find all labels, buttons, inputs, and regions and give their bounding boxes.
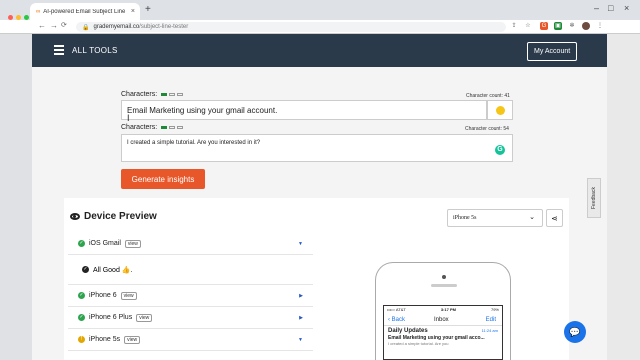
device-select-value: iPhone 5s xyxy=(453,215,477,221)
carrier-text: ••••○ AT&T xyxy=(387,307,406,312)
url-domain: grademyemail.co xyxy=(93,24,140,30)
ios-mail-nav: ‹ Back Inbox Edit xyxy=(384,314,502,326)
generate-insights-button[interactable]: Generate insights xyxy=(121,169,205,189)
battery-level: 79% xyxy=(490,307,499,312)
device-name: iPhone 5s xyxy=(89,336,121,343)
smiley-icon xyxy=(495,105,505,115)
close-window-icon[interactable]: × xyxy=(624,3,629,13)
text-cursor-icon: I xyxy=(127,113,130,123)
phone-speaker xyxy=(431,284,457,287)
all-tools-link[interactable]: ALL TOOLS xyxy=(72,46,118,55)
device-select[interactable]: iPhone 5s ⌄ xyxy=(447,209,543,227)
mail-time: 11:24 am xyxy=(481,328,498,333)
phone-screen: ••••○ AT&T 3:17 PM 79% ‹ Back Inbox Edit… xyxy=(383,305,503,360)
new-tab-button[interactable]: + xyxy=(145,4,151,15)
forward-icon[interactable]: → xyxy=(50,21,58,30)
site-favicon-icon: ∞ xyxy=(36,8,41,15)
subject-characters-label: Characters: xyxy=(121,91,158,98)
phone-camera-icon xyxy=(442,275,446,279)
feedback-tab[interactable]: Feedback xyxy=(587,178,601,218)
grammarly-icon[interactable]: G xyxy=(495,145,505,155)
extension-green-icon[interactable]: ▣ xyxy=(554,22,562,30)
mail-sender: Daily Updates xyxy=(388,328,428,334)
mail-preheader: I created a simple tutorial. Are you xyxy=(388,341,449,346)
check-icon: ✓ xyxy=(78,314,85,321)
device-row-iphone-5s[interactable]: ! iPhone 5s view ▼ xyxy=(68,329,313,351)
mail-preview-item: Daily Updates 11:24 am Email Marketing u… xyxy=(384,326,502,348)
app-header: ALL TOOLS My Account xyxy=(32,34,607,67)
ios-status-bar: ••••○ AT&T 3:17 PM 79% xyxy=(384,306,502,314)
caret-right-icon: ▶ xyxy=(299,293,303,299)
preheader-character-count: Character count: 54 xyxy=(465,126,509,132)
subject-characters-meter: Characters: xyxy=(121,91,184,98)
back-icon[interactable]: ← xyxy=(38,21,46,30)
device-row-ios-gmail[interactable]: ✓ iOS Gmail view ▼ xyxy=(68,233,313,255)
all-good-text: All Good 👍. xyxy=(93,266,133,274)
device-preview-title: Device Preview xyxy=(84,211,157,222)
caret-down-icon: ▼ xyxy=(298,337,303,343)
preheader-textarea[interactable]: I created a simple tutorial. Are you int… xyxy=(121,134,513,162)
device-name: iPhone 6 xyxy=(89,292,117,299)
minimize-icon[interactable]: – xyxy=(594,3,599,13)
url-field[interactable]: 🔒 grademyemail.co/subject-line-tester xyxy=(76,22,506,32)
ios-back-button: ‹ Back xyxy=(388,317,406,323)
chat-icon: 💬 xyxy=(569,326,581,337)
browser-menu-icon[interactable]: ⋮ xyxy=(596,22,604,30)
browser-tabbar: ∞ AI-powered Email Subject Line × + – □ … xyxy=(0,0,640,20)
chat-button[interactable]: 💬 xyxy=(564,321,586,343)
maximize-icon[interactable]: □ xyxy=(608,3,613,13)
share-page-icon[interactable]: ⇪ xyxy=(510,22,518,30)
device-preview-heading: Device Preview xyxy=(70,211,157,222)
ios-inbox-title: Inbox xyxy=(434,317,449,323)
bookmark-star-icon[interactable]: ☆ xyxy=(524,22,532,30)
caret-down-icon: ▼ xyxy=(298,241,303,247)
preheader-characters-meter: Characters: xyxy=(121,124,184,131)
view-tag[interactable]: view xyxy=(136,313,153,322)
device-row-iphone-6[interactable]: ✓ iPhone 6 view ▶ xyxy=(68,285,313,307)
page-scrollbar[interactable] xyxy=(607,34,640,360)
view-tag[interactable]: view xyxy=(124,239,141,248)
extensions-puzzle-icon[interactable]: ✲ xyxy=(568,22,576,30)
chevron-down-icon: ⌄ xyxy=(529,213,535,221)
subject-line-input[interactable]: Email Marketing using your gmail account… xyxy=(121,100,487,120)
reload-icon[interactable]: ⟳ xyxy=(61,21,67,29)
ios-edit-button: Edit xyxy=(485,317,496,323)
my-account-button[interactable]: My Account xyxy=(527,42,578,61)
device-name: iOS Gmail xyxy=(89,240,121,247)
device-name: iPhone 6 Plus xyxy=(89,314,133,321)
tab-title: AI-powered Email Subject Line xyxy=(43,8,126,15)
subject-character-count: Character count: 41 xyxy=(466,93,510,99)
eye-icon xyxy=(70,213,80,220)
address-bar-row: ← → ⟳ 🔒 grademyemail.co/subject-line-tes… xyxy=(0,20,640,34)
url-path: /subject-line-tester xyxy=(139,24,189,30)
emoji-picker-button[interactable] xyxy=(487,100,513,120)
view-tag[interactable]: view xyxy=(124,335,141,344)
device-row-iphone-6-plus[interactable]: ✓ iPhone 6 Plus view ▶ xyxy=(68,307,313,329)
status-time: 3:17 PM xyxy=(440,307,456,312)
view-tag[interactable]: view xyxy=(120,291,137,300)
caret-right-icon: ▶ xyxy=(299,315,303,321)
share-icon: ⋖ xyxy=(551,213,558,223)
all-good-panel: ✓ All Good 👍. xyxy=(68,255,313,285)
extension-icon[interactable]: G xyxy=(540,22,548,30)
profile-avatar[interactable] xyxy=(582,22,590,30)
hamburger-menu-icon[interactable] xyxy=(54,45,64,57)
check-icon: ✓ xyxy=(78,240,85,247)
preheader-characters-label: Characters: xyxy=(121,124,158,131)
device-list: ✓ iOS Gmail view ▼ ✓ All Good 👍. ✓ iPhon… xyxy=(68,233,313,351)
tab-close-icon[interactable]: × xyxy=(131,8,140,15)
check-icon: ✓ xyxy=(78,292,85,299)
warning-icon: ! xyxy=(78,336,85,343)
browser-tab[interactable]: ∞ AI-powered Email Subject Line × xyxy=(30,3,140,20)
check-icon: ✓ xyxy=(82,266,89,273)
share-button[interactable]: ⋖ xyxy=(546,209,563,227)
lock-icon: 🔒 xyxy=(82,24,90,31)
